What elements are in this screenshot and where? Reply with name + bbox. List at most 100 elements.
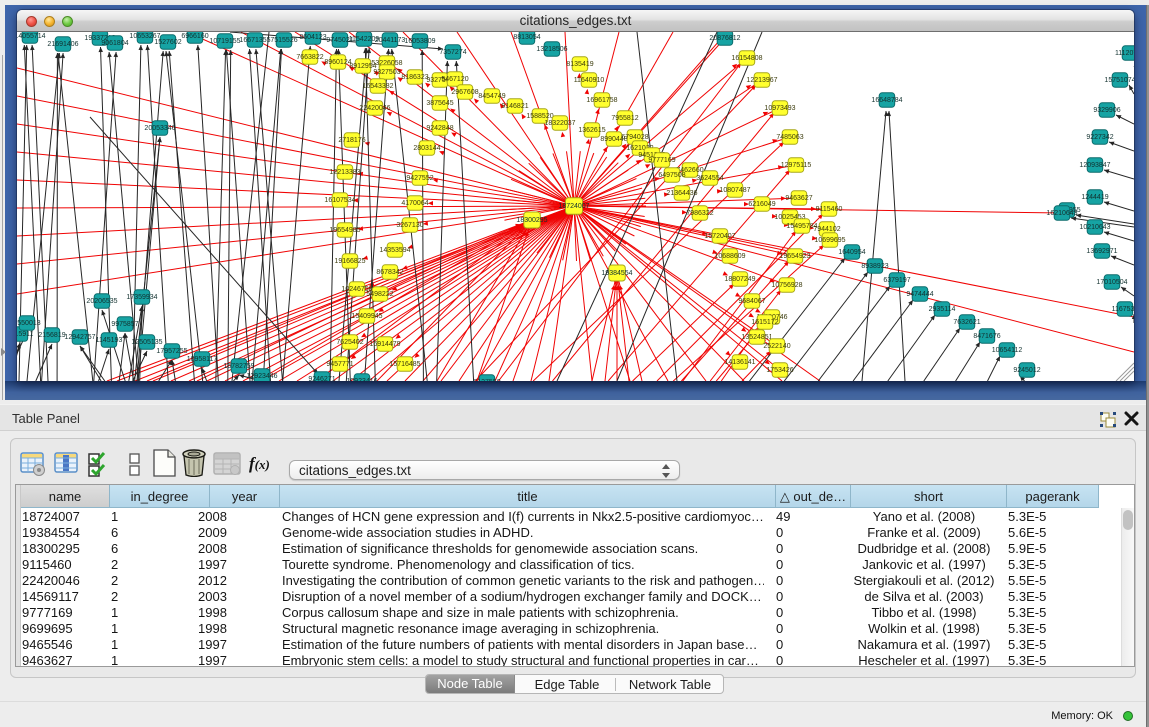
svg-text:1753426: 1753426: [766, 367, 793, 374]
svg-text:8938923: 8938923: [861, 263, 888, 270]
svg-text:8813054: 8813054: [513, 34, 540, 41]
svg-text:21691406: 21691406: [47, 41, 78, 48]
svg-text:12213967: 12213967: [746, 77, 777, 84]
svg-text:7625402: 7625402: [336, 339, 363, 346]
svg-text:9115460: 9115460: [816, 206, 843, 213]
svg-text:7632621: 7632621: [953, 319, 980, 326]
svg-text:1615172: 1615172: [751, 319, 778, 326]
svg-text:12975115: 12975115: [781, 162, 812, 169]
svg-text:18300295: 18300295: [516, 217, 547, 224]
svg-text:18807249: 18807249: [724, 276, 755, 283]
svg-text:9242848: 9242848: [426, 125, 453, 132]
svg-text:16961758: 16961758: [586, 97, 617, 104]
svg-text:9061804: 9061804: [101, 40, 128, 47]
svg-text:7357274: 7357274: [439, 49, 466, 56]
svg-text:14136141: 14136141: [724, 359, 755, 366]
svg-text:19166825: 19166825: [334, 258, 365, 265]
svg-text:2522140: 2522140: [763, 343, 790, 350]
svg-text:14353594: 14353594: [379, 247, 410, 254]
svg-text:20206535: 20206535: [86, 298, 117, 305]
svg-text:13218506: 13218506: [536, 46, 567, 53]
svg-text:9245012: 9245012: [1013, 367, 1040, 374]
svg-text:9915911: 9915911: [17, 331, 33, 338]
svg-text:10719155: 10719155: [209, 38, 240, 45]
svg-text:14055714: 14055714: [17, 33, 46, 40]
svg-text:6216049: 6216049: [748, 201, 775, 208]
svg-text:16648784: 16648784: [871, 97, 902, 104]
svg-text:18322037: 18322037: [544, 120, 575, 127]
svg-text:12923446: 12923446: [246, 373, 277, 380]
svg-text:10699695: 10699695: [814, 237, 845, 244]
svg-text:1145193: 1145193: [96, 337, 123, 344]
svg-text:9227342: 9227342: [1086, 134, 1113, 141]
svg-text:10973493: 10973493: [764, 105, 795, 112]
svg-text:7944102: 7944102: [813, 226, 840, 233]
svg-text:1362615: 1362615: [578, 127, 605, 134]
svg-text:6794028: 6794028: [621, 134, 648, 141]
svg-text:8960124: 8960124: [324, 59, 351, 66]
svg-text:3267130: 3267130: [396, 222, 423, 229]
svg-text:16782759: 16782759: [223, 363, 254, 370]
svg-text:16053809: 16053809: [404, 38, 435, 45]
svg-text:11120744: 11120744: [1115, 50, 1134, 57]
svg-text:7663822: 7663822: [296, 54, 323, 61]
svg-text:9463627: 9463627: [785, 195, 812, 202]
svg-text:1167534: 1167534: [1112, 306, 1134, 313]
svg-text:9329906: 9329906: [1093, 107, 1120, 114]
svg-text:19654985: 19654985: [329, 227, 360, 234]
svg-text:8678342: 8678342: [376, 269, 403, 276]
svg-text:16154808: 16154808: [731, 55, 762, 62]
svg-text:20053346: 20053346: [144, 125, 175, 132]
svg-text:10923416: 10923416: [346, 378, 377, 381]
svg-text:3624554: 3624554: [696, 175, 723, 182]
svg-text:18724007: 18724007: [558, 203, 589, 210]
svg-text:13524851: 13524851: [741, 334, 772, 341]
svg-text:10688609: 10688609: [714, 253, 745, 260]
svg-text:10807487: 10807487: [719, 187, 750, 194]
svg-text:9246271: 9246271: [308, 376, 335, 381]
svg-text:8471676: 8471676: [973, 333, 1000, 340]
svg-text:2718176: 2718176: [338, 137, 365, 144]
svg-text:7485063: 7485063: [776, 134, 803, 141]
svg-text:8135419: 8135419: [566, 61, 593, 68]
svg-text:16210643: 16210643: [1046, 210, 1077, 217]
svg-text:9146821: 9146821: [501, 103, 528, 110]
svg-text:20876812: 20876812: [709, 35, 740, 42]
svg-text:2803144: 2803144: [413, 145, 440, 152]
svg-text:16914479: 16914479: [369, 341, 400, 348]
svg-text:9457771: 9457771: [326, 361, 353, 368]
svg-text:8186323: 8186323: [401, 74, 428, 81]
svg-text:1588520: 1588520: [526, 113, 553, 120]
svg-text:1244419: 1244419: [1081, 194, 1108, 201]
svg-text:15720407: 15720407: [704, 233, 735, 240]
svg-text:12505135: 12505135: [131, 339, 162, 346]
svg-text:19654923: 19654923: [779, 253, 810, 260]
svg-text:16107534: 16107534: [324, 197, 355, 204]
svg-text:7986322: 7986322: [686, 210, 713, 217]
svg-text:15409945: 15409945: [351, 313, 382, 320]
svg-text:2967608: 2967608: [451, 89, 478, 96]
svg-text:11640910: 11640910: [574, 77, 605, 84]
svg-text:10210643: 10210643: [1079, 224, 1110, 231]
svg-text:1527602: 1527602: [154, 39, 181, 46]
svg-text:4170064: 4170064: [401, 200, 428, 207]
svg-text:17957255: 17957255: [156, 348, 187, 355]
svg-text:7515526: 7515526: [270, 37, 297, 44]
svg-text:9474444: 9474444: [906, 291, 933, 298]
svg-text:10756928: 10756928: [771, 282, 802, 289]
svg-text:15751074: 15751074: [1104, 77, 1134, 84]
svg-text:7955812: 7955812: [611, 115, 638, 122]
svg-text:3875645: 3875645: [426, 100, 453, 107]
svg-text:2935114: 2935114: [929, 306, 956, 313]
svg-text:5498222: 5498222: [366, 291, 393, 298]
svg-text:12942757: 12942757: [64, 334, 95, 341]
svg-text:8604123: 8604123: [299, 34, 326, 41]
svg-text:6497508: 6497508: [658, 172, 685, 179]
svg-text:22420046: 22420046: [359, 105, 390, 112]
svg-text:12213383: 12213383: [329, 169, 360, 176]
svg-text:6966160: 6966160: [181, 33, 208, 40]
svg-text:9427552: 9427552: [406, 175, 433, 182]
svg-text:9975857: 9975857: [111, 321, 138, 328]
svg-text:5467120: 5467120: [441, 76, 468, 83]
svg-text:9684067: 9684067: [738, 298, 765, 305]
